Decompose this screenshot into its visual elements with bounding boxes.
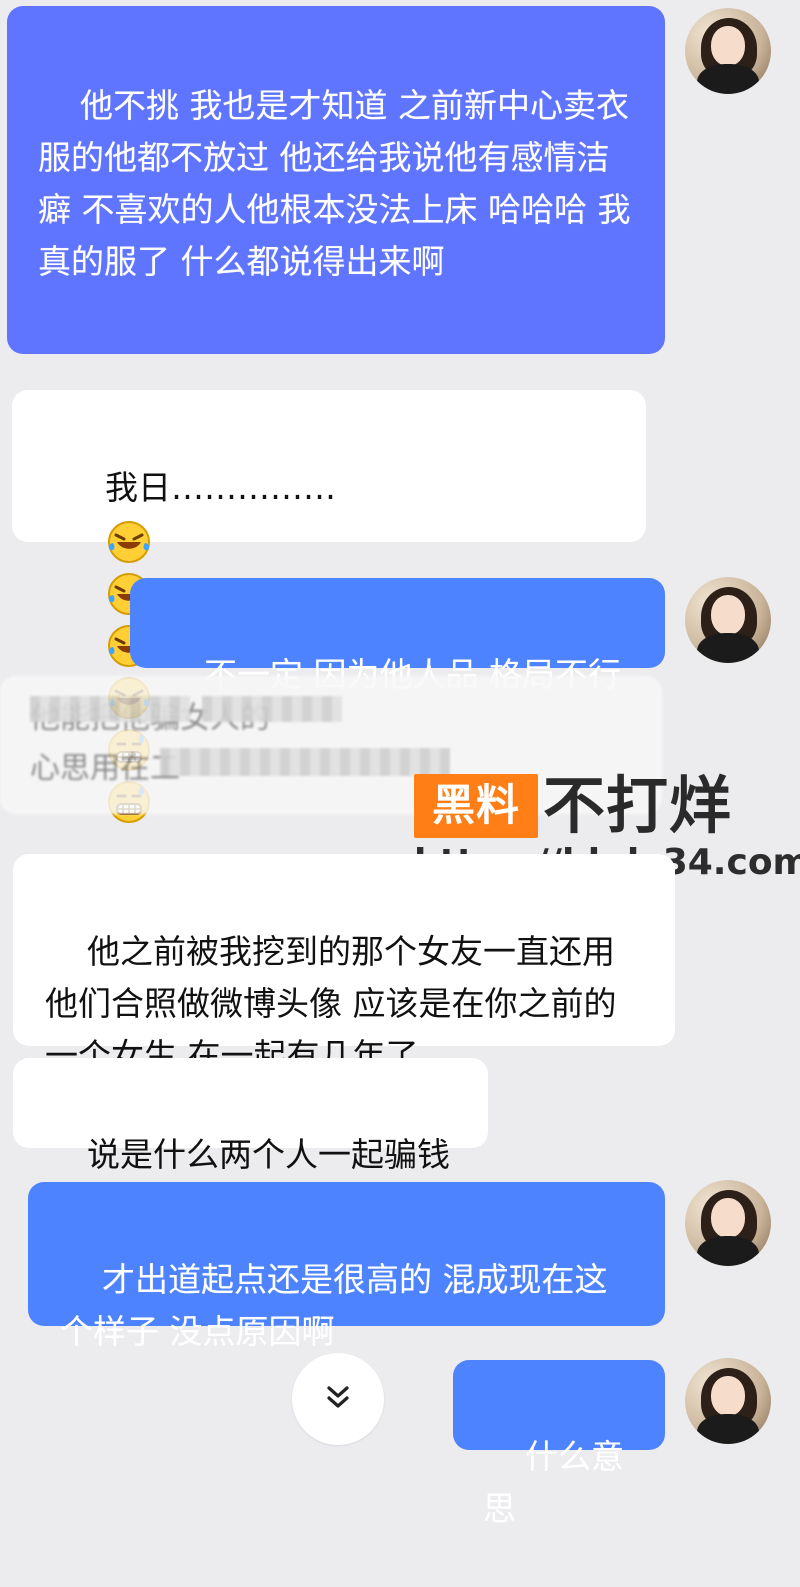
message-text: 什么意思: [483, 1437, 624, 1528]
avatar[interactable]: [685, 1180, 771, 1266]
watermark-title: 不打烊: [543, 769, 733, 842]
watermark-badge: 黑料: [414, 774, 538, 838]
message-text: 他不挑 我也是才知道 之前新中心卖衣服的他都不放过 他还给我说他有感情洁癖 不喜…: [38, 86, 631, 281]
message-bubble-received[interactable]: 说是什么两个人一起骗钱: [13, 1058, 488, 1174]
chat-conversation: 他不挑 我也是才知道 之前新中心卖衣服的他都不放过 他还给我说他有感情洁癖 不喜…: [0, 0, 800, 1528]
scroll-to-bottom-button[interactable]: [292, 1353, 384, 1445]
message-bubble-received[interactable]: 我日……………: [12, 390, 646, 1031]
double-chevron-down-icon: [327, 1386, 349, 1408]
message-bubble-sent[interactable]: 才出道起点还是很高的 混成现在这个样子 没点原因啊: [28, 1182, 665, 1351]
message-bubble-sent[interactable]: 什么意思: [453, 1360, 665, 1528]
message-bubble-sent[interactable]: 不一定 因为他人品 格局不行: [130, 578, 665, 694]
censor-block: [30, 696, 190, 722]
message-bubble-sent[interactable]: 他不挑 我也是才知道 之前新中心卖衣服的他都不放过 他还给我说他有感情洁癖 不喜…: [7, 6, 665, 354]
avatar[interactable]: [685, 1358, 771, 1444]
avatar[interactable]: [685, 577, 771, 663]
censor-block: [202, 696, 342, 722]
message-text: 才出道起点还是很高的 混成现在这个样子 没点原因啊: [60, 1260, 608, 1351]
message-bubble-received[interactable]: 他之前被我挖到的那个女友一直还用他们合照做微博头像 应该是在你之前的一个女生 在…: [13, 854, 675, 1075]
censor-block: [160, 748, 450, 776]
avatar[interactable]: [685, 8, 771, 94]
message-text: 我日……………: [104, 468, 336, 507]
laughing-tears-emoji: [107, 520, 150, 563]
message-text: 说是什么两个人一起骗钱: [86, 1135, 450, 1174]
